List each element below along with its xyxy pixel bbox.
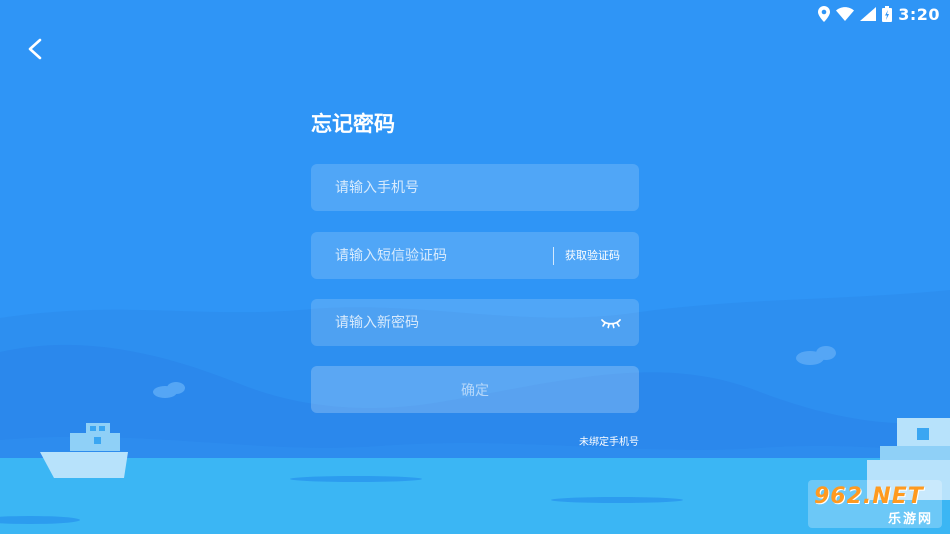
phone-input[interactable] — [311, 164, 639, 211]
signal-icon — [860, 7, 877, 21]
password-field-container — [311, 299, 639, 346]
wifi-icon — [836, 7, 855, 21]
watermark-site-name: 乐游网 — [888, 512, 934, 527]
eye-closed-icon — [601, 319, 621, 329]
watermark-logo: 962.NET 乐游网 — [808, 480, 948, 530]
status-bar: 3:20 — [818, 4, 940, 24]
sea-ripple — [551, 497, 683, 503]
location-icon — [818, 6, 831, 22]
chevron-left-icon — [28, 38, 42, 60]
page-title: 忘记密码 — [311, 112, 395, 136]
divider — [553, 247, 554, 265]
confirm-button[interactable]: 确定 — [311, 366, 639, 413]
unbound-phone-link[interactable]: 未绑定手机号 — [579, 433, 639, 448]
password-visibility-toggle[interactable] — [600, 314, 622, 332]
sea-ripple — [290, 476, 422, 482]
status-time: 3:20 — [898, 4, 940, 24]
get-code-button[interactable]: 获取验证码 — [565, 247, 620, 265]
back-button[interactable] — [20, 34, 50, 64]
watermark-site-text: 962.NET — [814, 484, 924, 509]
new-password-input[interactable] — [311, 299, 639, 346]
phone-field-container — [311, 164, 639, 211]
battery-icon — [882, 6, 893, 22]
sms-field-container: 获取验证码 — [311, 232, 639, 279]
